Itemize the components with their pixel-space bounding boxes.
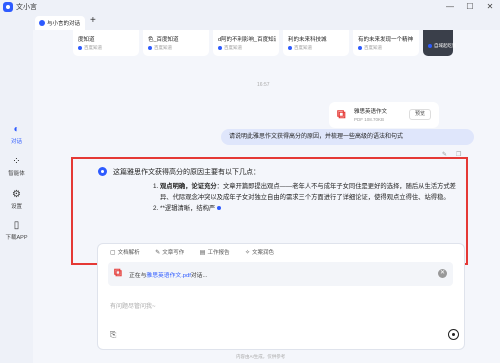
title-bar: 文小言 — ☐ ✕ bbox=[0, 0, 500, 14]
report-icon: ▤ bbox=[199, 250, 206, 256]
file-meta: PDF 108.70KB bbox=[354, 117, 385, 122]
work-report-button[interactable]: ▤ 工作报告 bbox=[200, 248, 230, 256]
chat-area: 度知道 百度知道 色_百度知道 百度知道 d阿的不利影响_百度知道 百度知道 利… bbox=[33, 30, 500, 363]
answer-list: 1. 观点明确，论证充分：文章开篇即提出观点——老年人不与成年子女同住是更好的选… bbox=[153, 181, 458, 214]
card-source: 百度知道 bbox=[358, 45, 382, 51]
reference-cards: 度知道 百度知道 色_百度知道 百度知道 d阿的不利影响_百度知道 百度知道 利… bbox=[73, 30, 457, 56]
minimize-button[interactable]: — bbox=[443, 0, 457, 14]
sidebar-item-agents[interactable]: ⁘ 智能体 bbox=[0, 156, 33, 177]
attachment-file-link[interactable]: 雅思英语作文.pdf bbox=[146, 273, 190, 279]
reference-card[interactable]: 自域起吃饭 bbox=[423, 30, 457, 56]
tool-label: 工作报告 bbox=[207, 250, 230, 256]
assistant-avatar-icon bbox=[98, 167, 107, 176]
document-icon: ▢ bbox=[110, 250, 116, 256]
card-title: 有的未来发现一个精神 bbox=[358, 37, 414, 43]
typing-indicator-icon bbox=[217, 206, 222, 211]
reference-card[interactable]: 有的未来发现一个精神 百度知道 bbox=[353, 30, 419, 56]
file-name: 雅思英语作文 bbox=[354, 109, 388, 115]
reference-card[interactable]: 利的未来科技城 百度知道 bbox=[283, 30, 349, 56]
answer-point: 2. **逻辑清晰，结构严 bbox=[153, 203, 458, 214]
user-message: 请说明此雅思作文获得高分的原因，并梳理一些高级的语法和句式 bbox=[221, 129, 474, 145]
download-app-icon: ▯ bbox=[13, 220, 20, 231]
ai-disclaimer: 内容由AI生成，仅供参考 bbox=[236, 354, 286, 359]
sidebar-item-settings[interactable]: ⚙ 设置 bbox=[0, 189, 33, 210]
tab-label: 与小言的对话 bbox=[47, 21, 81, 27]
card-source: 百度知道 bbox=[78, 45, 102, 51]
sidebar-item-label: 智能体 bbox=[8, 171, 25, 177]
close-button[interactable]: ✕ bbox=[483, 0, 497, 14]
maximize-button[interactable]: ☐ bbox=[463, 0, 477, 14]
card-title: d阿的不利影响_百度知道 bbox=[218, 37, 276, 43]
card-source: 自域起吃饭 bbox=[428, 43, 457, 49]
pen-icon: ✎ bbox=[155, 250, 161, 256]
app-logo-icon bbox=[3, 2, 13, 12]
reference-card[interactable]: 色_百度知道 百度知道 bbox=[143, 30, 209, 56]
sidebar-item-label: 设置 bbox=[10, 204, 22, 210]
answer-intro: 这篇雅思作文获得高分的原因主要有以下几点： bbox=[113, 169, 260, 176]
doc-parse-button[interactable]: ▢ 文档解析 bbox=[110, 248, 140, 256]
answer-point-number: 2. bbox=[153, 205, 159, 212]
sidebar-item-chat[interactable]: ◐ 对话 bbox=[0, 124, 33, 145]
tab-conversation[interactable]: 与小言的对话 bbox=[35, 16, 85, 30]
answer-point-number: 1. bbox=[153, 183, 159, 190]
message-timestamp: 16:57 bbox=[257, 82, 270, 88]
sidebar-item-download-app[interactable]: ▯ 下载APP bbox=[0, 220, 33, 241]
sidebar-item-label: 对话 bbox=[10, 139, 22, 145]
card-title: 利的未来科技城 bbox=[288, 37, 327, 43]
pdf-icon: ⧉ bbox=[337, 107, 346, 121]
pdf-icon: ⧉ bbox=[114, 267, 122, 279]
tool-label: 文案润色 bbox=[252, 250, 275, 256]
attachment-status: 正在与雅思英语作文.pdf对话... bbox=[129, 273, 208, 279]
card-title: 度知道 bbox=[78, 37, 95, 43]
copy-polish-button[interactable]: ✧ 文案润色 bbox=[245, 248, 274, 256]
chat-icon: ◐ bbox=[13, 124, 20, 135]
reference-card[interactable]: d阿的不利影响_百度知道 百度知道 bbox=[213, 30, 279, 56]
settings-icon: ⚙ bbox=[12, 189, 21, 200]
tab-logo-icon bbox=[39, 20, 45, 26]
send-button[interactable] bbox=[448, 329, 459, 340]
new-tab-button[interactable]: + bbox=[90, 15, 96, 26]
sidebar-item-label: 下载APP bbox=[5, 235, 28, 241]
card-source: 百度知道 bbox=[218, 45, 242, 51]
message-composer: ▢ 文档解析 ✎ 文章写作 ▤ 工作报告 ✧ 文案润色 ⧉ 正在与雅思英语作文.pdf对… bbox=[97, 243, 465, 350]
answer-point-lead: 观点明确，论证充分 bbox=[160, 183, 217, 190]
card-title: 色_百度知道 bbox=[148, 37, 179, 43]
article-writing-button[interactable]: ✎ 文章写作 bbox=[155, 248, 184, 256]
app-title: 文小言 bbox=[16, 4, 37, 11]
card-source: 百度知道 bbox=[288, 45, 312, 51]
preview-button[interactable]: 预览 bbox=[409, 109, 431, 120]
attached-file-bar: ⧉ 正在与雅思英语作文.pdf对话... ✕ bbox=[108, 262, 453, 286]
agent-icon: ⁘ bbox=[12, 156, 21, 167]
tool-label: 文档解析 bbox=[117, 250, 140, 256]
remove-attachment-icon[interactable]: ✕ bbox=[438, 269, 447, 278]
answer-point: 1. 观点明确，论证充分：文章开篇即提出观点——老年人不与成年子女同住是更好的选… bbox=[153, 181, 458, 203]
reference-card[interactable]: 度知道 百度知道 bbox=[73, 30, 139, 56]
composer-tools: ▢ 文档解析 ✎ 文章写作 ▤ 工作报告 ✧ 文案润色 bbox=[110, 248, 288, 258]
upload-file-icon[interactable]: ⎘ bbox=[110, 330, 116, 340]
card-source: 百度知道 bbox=[148, 45, 172, 51]
message-input[interactable] bbox=[110, 301, 450, 313]
uploaded-file-card[interactable]: ⧉ 雅思英语作文 PDF 108.70KB 预览 bbox=[329, 102, 439, 128]
sparkle-icon: ✧ bbox=[245, 250, 251, 256]
sidebar: ◐ 对话 ⁘ 智能体 ⚙ 设置 ▯ 下载APP bbox=[0, 14, 33, 363]
answer-point-text: **逻辑清晰，结构严 bbox=[160, 205, 216, 212]
tool-label: 文章写作 bbox=[162, 250, 185, 256]
tab-bar: 与小言的对话 + bbox=[33, 14, 500, 30]
